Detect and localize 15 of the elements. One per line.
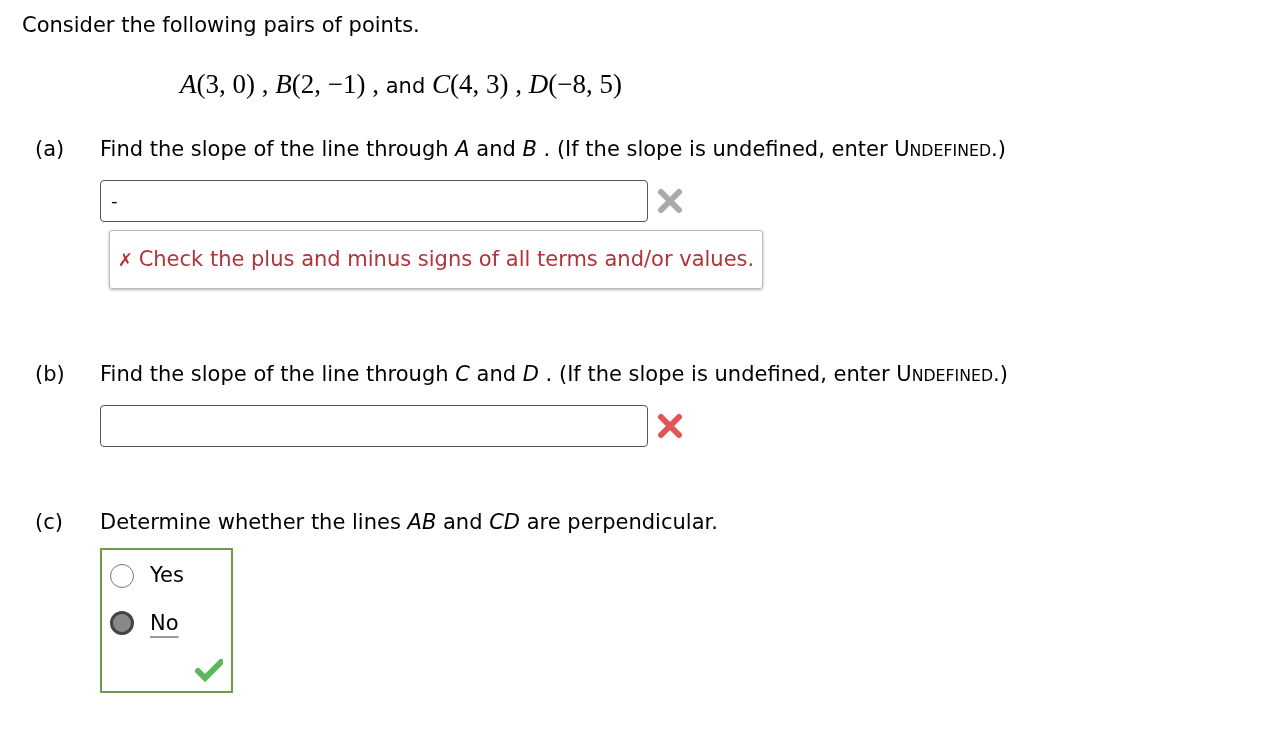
- intro-text: Consider the following pairs of points.: [22, 12, 421, 39]
- feedback-message: ✗ Check the plus and minus signs of all terms and/or values.: [109, 229, 764, 289]
- question-text: Find the slope of the line through A and B . (If the slope is undefined, enter UNDEFINED.): [100, 136, 1007, 163]
- part-label: (b): [34, 361, 66, 388]
- part-label: (c): [34, 508, 64, 536]
- radio-button[interactable]: [110, 563, 134, 588]
- points-formula: A(3, 0) , B(2, −1) , and C(4, 3) , D(−8, 5): [177, 67, 623, 101]
- answer-field[interactable]: [100, 404, 648, 447]
- part-label: (a): [34, 136, 66, 163]
- answer-field[interactable]: -: [100, 179, 648, 222]
- question-text: Determine whether the lines AB and CD are perpendicular.: [100, 508, 719, 536]
- option-label: No: [150, 609, 179, 637]
- question-text: Find the slope of the line through C and D . (If the slope is undefined, enter UNDEFINED.): [100, 361, 1009, 388]
- option-label: Yes: [150, 562, 184, 589]
- radio-button[interactable]: [110, 611, 134, 636]
